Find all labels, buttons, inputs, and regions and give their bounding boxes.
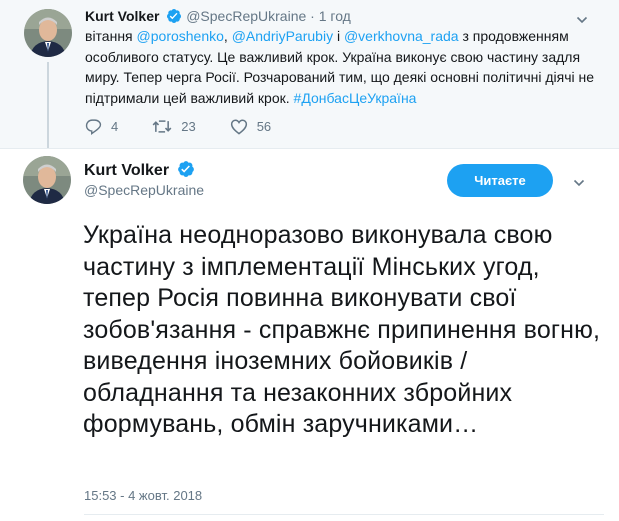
verified-badge-icon: [177, 160, 195, 184]
thread-connector-line: [47, 62, 49, 148]
author-handle[interactable]: @SpecRepUkraine: [186, 8, 306, 24]
avatar[interactable]: [24, 9, 72, 57]
like-button[interactable]: 56: [230, 118, 271, 135]
author-name[interactable]: Kurt Volker: [85, 8, 159, 24]
avatar-photo: [24, 9, 72, 57]
header-separator: ·: [310, 8, 315, 24]
author-name-line[interactable]: Kurt Volker: [84, 160, 195, 184]
retweet-button[interactable]: 23: [152, 118, 196, 135]
author-name[interactable]: Kurt Volker: [84, 162, 169, 179]
mention-link[interactable]: @poroshenko: [137, 28, 224, 44]
avatar-photo: [23, 156, 71, 204]
like-icon: [230, 119, 247, 135]
author-handle[interactable]: @SpecRepUkraine: [84, 182, 204, 198]
reply-button[interactable]: 4: [85, 118, 118, 135]
chevron-down-icon[interactable]: [573, 176, 585, 194]
text-segment: вітання: [85, 28, 137, 44]
mention-link[interactable]: @verkhovna_rada: [344, 28, 459, 44]
tweet-text: вітання @poroshenko, @AndriyParubiy і @v…: [85, 26, 605, 108]
reply-context-tweet[interactable]: Kurt Volker @SpecRepUkraine · 1 год віта…: [0, 0, 619, 148]
retweet-icon: [152, 120, 172, 133]
hashtag-link[interactable]: #ДонбасЦеУкраїна: [294, 90, 417, 106]
tweet-timestamp[interactable]: 15:53 - 4 жовт. 2018: [84, 488, 202, 503]
divider: [84, 514, 604, 515]
divider: [0, 148, 619, 149]
tweet-time[interactable]: 1 год: [319, 8, 351, 24]
avatar[interactable]: [23, 156, 71, 204]
text-segment: і: [333, 28, 344, 44]
mention-link[interactable]: @AndriyParubiy: [232, 28, 333, 44]
reply-icon: [85, 119, 102, 135]
like-count: 56: [256, 119, 272, 134]
reply-count: 4: [111, 119, 119, 134]
following-button[interactable]: Читаєте: [447, 164, 553, 197]
tweet-actions: 4 23 56: [85, 118, 305, 135]
text-segment: ,: [223, 28, 232, 44]
retweet-count: 23: [181, 119, 196, 134]
tweet-text: Україна неодноразово виконувала свою час…: [83, 221, 601, 438]
